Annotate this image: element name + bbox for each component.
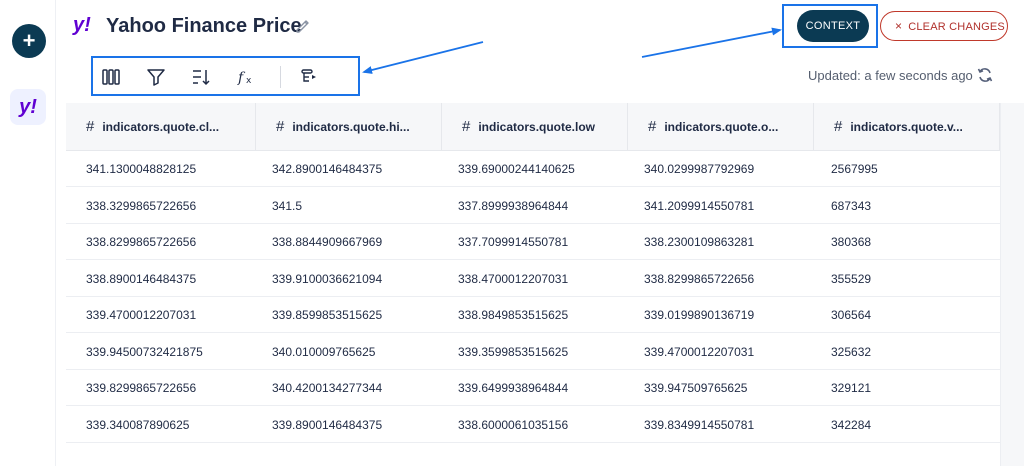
- table-cell[interactable]: 338.9849853515625: [438, 297, 568, 333]
- main-panel: y! Yahoo Finance Price CONTEXT × CLEAR CH…: [66, 0, 1024, 466]
- column-header[interactable]: # indicators.quote.cl...: [66, 103, 256, 151]
- table-cell[interactable]: 339.8599853515625: [252, 297, 382, 333]
- column-header-label: indicators.quote.o...: [664, 120, 779, 134]
- table-cell[interactable]: 340.0299987792969: [624, 151, 754, 187]
- clear-changes-label: CLEAR CHANGES: [908, 21, 1005, 33]
- table-cell[interactable]: 687343: [811, 188, 871, 224]
- table-row[interactable]: 339.94500732421875 340.010009765625 339.…: [66, 334, 1000, 370]
- table-cell[interactable]: 355529: [811, 261, 871, 297]
- svg-text:f: f: [237, 70, 246, 86]
- table-row[interactable]: 338.8299865722656 338.8844909667969 337.…: [66, 224, 1000, 261]
- number-type-icon: #: [648, 118, 657, 135]
- table-cell[interactable]: 342284: [811, 407, 871, 443]
- column-header[interactable]: # indicators.quote.o...: [628, 103, 814, 151]
- clear-changes-button[interactable]: × CLEAR CHANGES: [880, 11, 1008, 41]
- filter-icon[interactable]: [146, 67, 166, 87]
- group-icon[interactable]: [300, 67, 320, 87]
- yahoo-logo: y!: [73, 14, 91, 36]
- column-header-label: indicators.quote.cl...: [102, 120, 220, 134]
- table-cell[interactable]: 339.4700012207031: [66, 297, 196, 333]
- table-cell[interactable]: 380368: [811, 224, 871, 260]
- table-cell[interactable]: 338.4700012207031: [438, 261, 568, 297]
- table-cell[interactable]: 339.69000244140625: [438, 151, 575, 187]
- table-row[interactable]: 339.4700012207031 339.8599853515625 338.…: [66, 297, 1000, 334]
- columns-icon[interactable]: [101, 67, 121, 87]
- table-cell[interactable]: 338.3299865722656: [66, 188, 196, 224]
- pencil-icon[interactable]: [294, 17, 312, 35]
- table-cell[interactable]: 339.9100036621094: [252, 261, 382, 297]
- table-row[interactable]: 339.340087890625 339.8900146484375 338.6…: [66, 407, 1000, 443]
- svg-text:x: x: [246, 76, 252, 86]
- number-type-icon: #: [462, 118, 471, 135]
- table-cell[interactable]: 341.2099914550781: [624, 188, 754, 224]
- table-cell[interactable]: 337.7099914550781: [438, 224, 568, 260]
- column-header-label: indicators.quote.v...: [850, 120, 963, 134]
- table-cell[interactable]: 338.2300109863281: [624, 224, 754, 260]
- table-cell[interactable]: 2567995: [811, 151, 878, 187]
- table-cell[interactable]: 338.6000061035156: [438, 407, 568, 443]
- table-row[interactable]: 338.3299865722656 341.5 337.899993896484…: [66, 188, 1000, 224]
- grid-toolbar: f x: [91, 56, 360, 96]
- number-type-icon: #: [86, 118, 95, 135]
- table-scroll-area[interactable]: [1000, 103, 1024, 466]
- column-header-label: indicators.quote.hi...: [292, 120, 410, 134]
- toolbar-divider: [280, 66, 281, 88]
- refresh-icon[interactable]: [976, 66, 994, 84]
- number-type-icon: #: [276, 118, 285, 135]
- table-row[interactable]: 339.8299865722656 340.4200134277344 339.…: [66, 370, 1000, 407]
- table-cell[interactable]: 339.947509765625: [624, 370, 747, 406]
- table-cell[interactable]: 338.8299865722656: [66, 224, 196, 260]
- data-table: # indicators.quote.cl... # indicators.quot…: [66, 103, 1024, 466]
- table-cell[interactable]: 338.8299865722656: [624, 261, 754, 297]
- context-button[interactable]: CONTEXT: [797, 10, 869, 42]
- app: + y! y! Yahoo Finance Price CONTEXT × CLE…: [0, 0, 1024, 466]
- column-header[interactable]: # indicators.quote.low: [442, 103, 628, 151]
- table-header: # indicators.quote.cl... # indicators.quot…: [66, 103, 1000, 151]
- table-cell[interactable]: 342.8900146484375: [252, 151, 382, 187]
- column-header[interactable]: # indicators.quote.v...: [814, 103, 1000, 151]
- table-cell[interactable]: 339.340087890625: [66, 407, 189, 443]
- column-header[interactable]: # indicators.quote.hi...: [256, 103, 442, 151]
- table-cell[interactable]: 340.4200134277344: [252, 370, 382, 406]
- table-cell[interactable]: 337.8999938964844: [438, 188, 568, 224]
- table-row[interactable]: 341.1300048828125 342.8900146484375 339.…: [66, 151, 1000, 188]
- column-header-label: indicators.quote.low: [478, 120, 596, 134]
- formula-icon[interactable]: f x: [236, 67, 256, 87]
- table-cell[interactable]: 339.8299865722656: [66, 370, 196, 406]
- table-cell[interactable]: 339.8900146484375: [252, 407, 382, 443]
- table-cell[interactable]: 339.3599853515625: [438, 334, 568, 370]
- table-cell[interactable]: 339.8349914550781: [624, 407, 754, 443]
- add-button[interactable]: +: [12, 24, 46, 58]
- sort-icon[interactable]: [191, 67, 211, 87]
- table-cell[interactable]: 341.1300048828125: [66, 151, 196, 187]
- page-title: Yahoo Finance Price: [106, 15, 302, 37]
- table-cell[interactable]: 339.4700012207031: [624, 334, 754, 370]
- left-rail: + y!: [0, 0, 56, 466]
- table-cell[interactable]: 325632: [811, 334, 871, 370]
- updated-status: Updated: a few seconds ago: [808, 68, 973, 83]
- table-cell[interactable]: 339.94500732421875: [66, 334, 203, 370]
- close-icon: ×: [895, 19, 903, 33]
- table-row[interactable]: 338.8900146484375 339.9100036621094 338.…: [66, 261, 1000, 297]
- table-cell[interactable]: 338.8900146484375: [66, 261, 196, 297]
- table-cell[interactable]: 341.5: [252, 188, 302, 224]
- table-cell[interactable]: 306564: [811, 297, 871, 333]
- yahoo-app-icon[interactable]: y!: [10, 89, 46, 125]
- table-cell[interactable]: 329121: [811, 370, 871, 406]
- table-cell[interactable]: 339.0199890136719: [624, 297, 754, 333]
- number-type-icon: #: [834, 118, 843, 135]
- table-cell[interactable]: 340.010009765625: [252, 334, 375, 370]
- table-cell[interactable]: 338.8844909667969: [252, 224, 382, 260]
- table-cell[interactable]: 339.6499938964844: [438, 370, 568, 406]
